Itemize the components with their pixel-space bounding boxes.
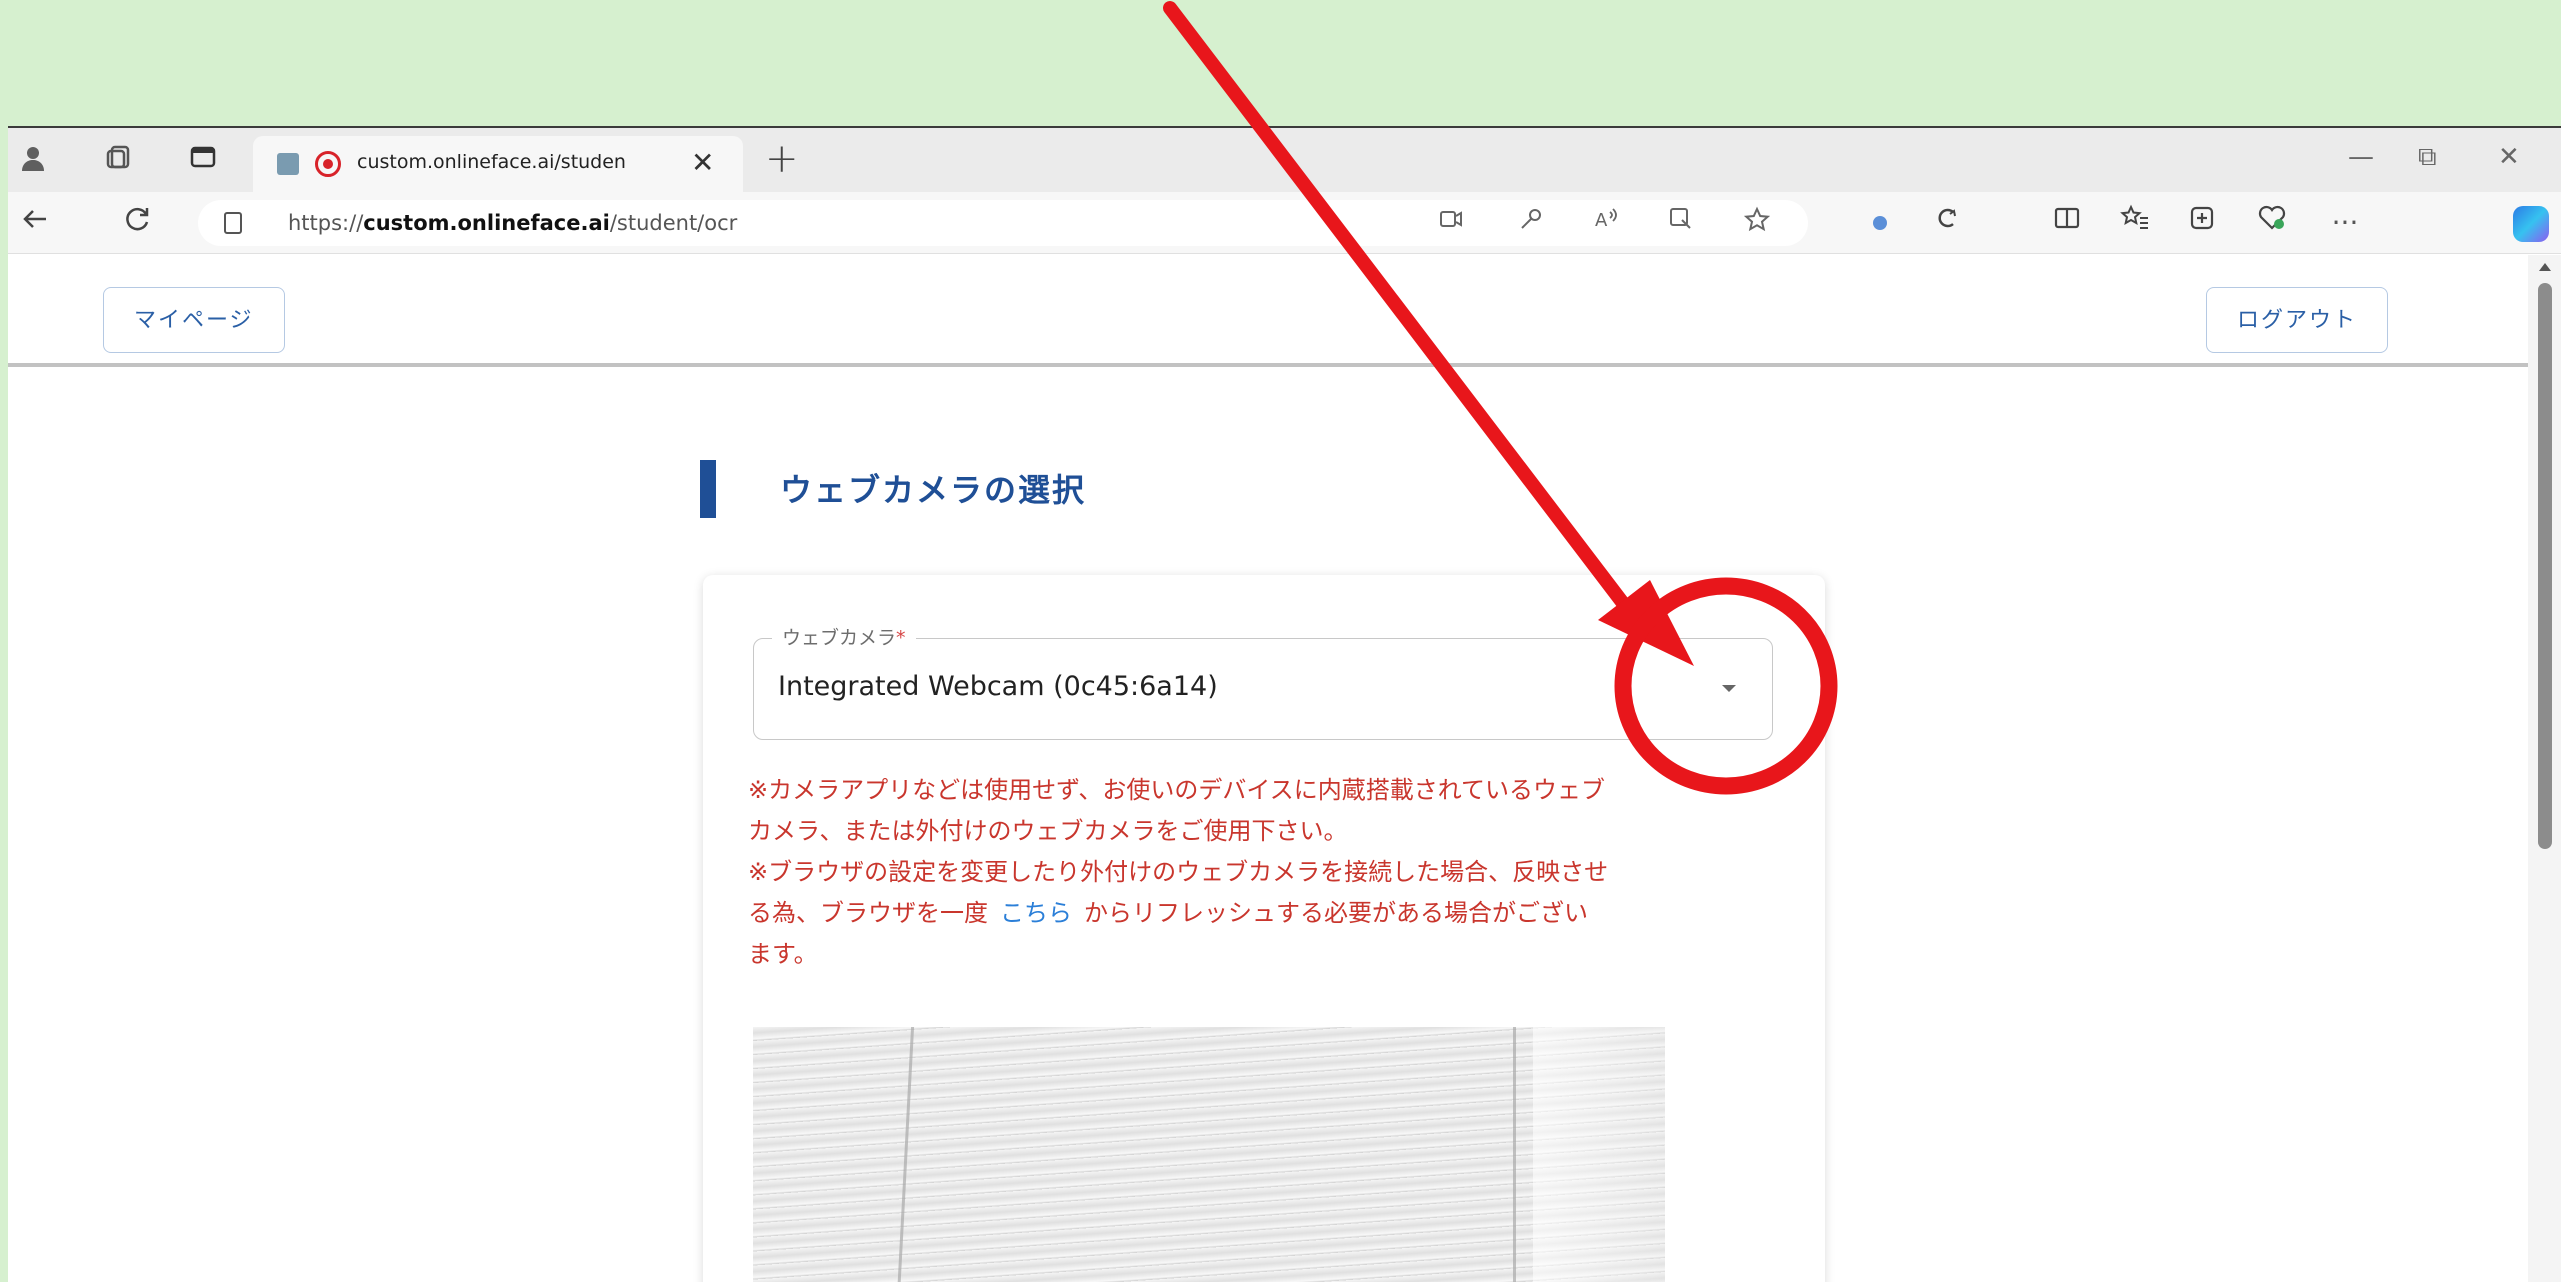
active-tab[interactable]: custom.onlineface.ai/studen ✕ (253, 136, 743, 192)
collections-icon[interactable] (2183, 204, 2221, 242)
favorite-star-icon[interactable] (1743, 206, 1771, 241)
browser-window: custom.onlineface.ai/studen ✕ + — ⧉ ✕ ht… (8, 126, 2561, 1282)
scrollbar-thumb[interactable] (2538, 283, 2552, 849)
media-icon[interactable] (1438, 206, 1464, 239)
logout-button[interactable]: ログアウト (2206, 287, 2389, 353)
webcam-notes: ※カメラアプリなどは使用せず、お使いのデバイスに内蔵搭載されているウェブ カメラ… (748, 770, 1778, 975)
scroll-up-icon[interactable] (2539, 263, 2551, 271)
read-aloud-icon[interactable]: A (1593, 206, 1623, 239)
webcam-select-label: ウェブカメラ* (772, 623, 916, 650)
lock-icon[interactable] (224, 212, 242, 234)
workspaces-icon[interactable] (103, 143, 137, 177)
refresh-icon[interactable] (118, 204, 156, 242)
webcam-select[interactable]: ウェブカメラ* Integrated Webcam (0c45:6a14) (753, 623, 1773, 740)
note-line: カメラ、または外付けのウェブカメラをご使用下さい。 (748, 817, 1348, 845)
tab-title: custom.onlineface.ai/studen (357, 151, 626, 173)
note-line: ます。 (748, 940, 818, 968)
profile-icon[interactable] (16, 143, 50, 177)
recording-icon (315, 151, 341, 177)
svg-text:A: A (1595, 210, 1608, 231)
new-tab-button[interactable]: + (765, 136, 799, 182)
tab-actions-icon[interactable] (186, 143, 220, 177)
section-marker (700, 460, 716, 518)
url-text: https://custom.onlineface.ai/student/ocr (288, 211, 738, 235)
note-line: る為、ブラウザを一度 こちら からリフレッシュする必要がある場合がござい (748, 899, 1588, 927)
back-icon[interactable] (16, 204, 54, 242)
app-available-icon[interactable] (1668, 206, 1694, 239)
page-header: マイページ ログアウト (8, 255, 2528, 367)
page-scrollbar[interactable] (2528, 255, 2561, 1282)
webcam-select-value: Integrated Webcam (0c45:6a14) (778, 671, 1218, 702)
browser-essentials-icon[interactable] (2253, 204, 2291, 242)
extension-dot-icon[interactable] (1873, 216, 1887, 230)
note-line: ※カメラアプリなどは使用せず、お使いのデバイスに内蔵搭載されているウェブ (748, 776, 1605, 804)
tab-strip: custom.onlineface.ai/studen ✕ + — ⧉ ✕ (8, 128, 2561, 192)
tab-close-icon[interactable]: ✕ (691, 146, 714, 179)
browser-toolbar: https://custom.onlineface.ai/student/ocr… (8, 192, 2561, 254)
refresh-link[interactable]: こちら (1000, 899, 1072, 927)
restore-button[interactable]: ⧉ (2418, 142, 2437, 173)
minimize-button[interactable]: — (2348, 142, 2374, 172)
copilot-icon[interactable] (2513, 206, 2549, 242)
webcam-preview (753, 1027, 1665, 1282)
close-window-button[interactable]: ✕ (2498, 142, 2520, 172)
webcam-card: ウェブカメラ* Integrated Webcam (0c45:6a14) ※カ… (703, 575, 1825, 1282)
web-page: マイページ ログアウト ウェブカメラの選択 ウェブカメラ* Integrated… (8, 255, 2561, 1282)
section-title: ウェブカメラの選択 (780, 471, 1087, 509)
favorites-icon[interactable] (2116, 204, 2154, 242)
more-menu-icon[interactable]: ··· (2326, 204, 2364, 242)
site-favicon-icon (277, 153, 299, 175)
extensions-icon[interactable] (1928, 204, 1966, 242)
address-bar[interactable]: https://custom.onlineface.ai/student/ocr… (198, 200, 1808, 246)
key-icon[interactable] (1518, 206, 1544, 239)
mypage-button[interactable]: マイページ (103, 287, 285, 353)
split-screen-icon[interactable] (2048, 204, 2086, 242)
dropdown-caret-icon[interactable] (1722, 685, 1736, 692)
note-line: ※ブラウザの設定を変更したり外付けのウェブカメラを接続した場合、反映させ (748, 858, 1609, 886)
